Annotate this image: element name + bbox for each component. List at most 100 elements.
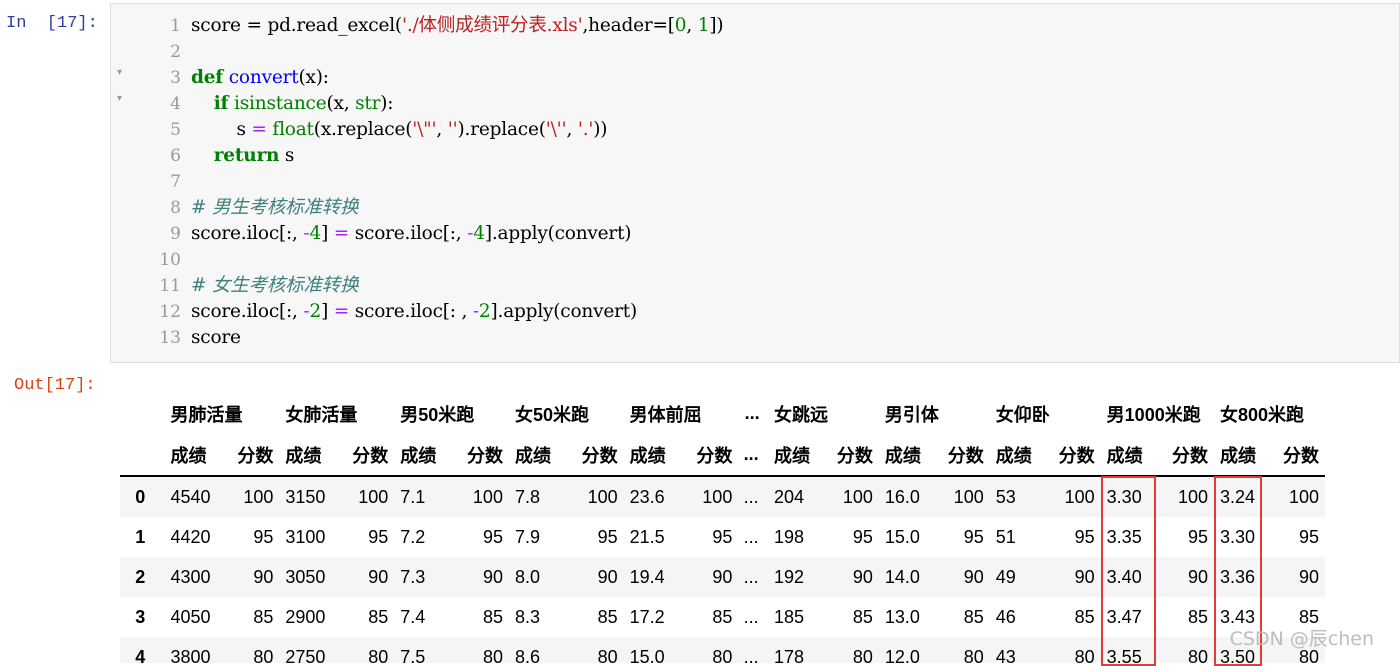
watermark: CSDN @辰chen — [1229, 628, 1374, 650]
code-token: ).replace( — [457, 119, 546, 140]
code-text: # 男生考核标准转换 — [191, 195, 359, 221]
line-number: 11 — [159, 276, 181, 296]
column-sub-header: 分数 — [1283, 445, 1319, 466]
table-cell: 100 — [1288, 486, 1319, 507]
table-cell: 80 — [597, 646, 618, 664]
table-cell: 85 — [482, 606, 503, 627]
code-token: ].apply(convert) — [484, 223, 632, 244]
code-token: = — [333, 301, 350, 322]
index-header-blank — [120, 393, 164, 434]
table-cell: 8.3 — [514, 606, 540, 627]
column-group-header: 男50米跑 — [400, 404, 475, 425]
code-line[interactable]: 13 score — [111, 325, 1399, 351]
line-number: 1 — [170, 16, 181, 36]
column-group-header: 女50米跑 — [514, 404, 589, 425]
row-index: 4 — [135, 646, 146, 664]
line-number: 9 — [170, 224, 181, 244]
column-group-header: 女跳远 — [773, 404, 828, 425]
code-token: def — [191, 67, 224, 88]
code-line[interactable]: 7 — [111, 169, 1399, 195]
table-cell: 90 — [1074, 566, 1095, 587]
code-line[interactable]: 6 return s — [111, 143, 1399, 169]
code-token: ].apply(convert) — [490, 301, 638, 322]
line-number: 2 — [170, 42, 181, 62]
code-cell-editor[interactable]: 1 score = pd.read_excel('./体侧成绩评分表.xls',h… — [110, 3, 1400, 363]
table-cell: 95 — [963, 526, 984, 547]
line-number: 8 — [170, 198, 181, 218]
column-sub-header: 分数 — [1172, 445, 1208, 466]
table-cell: 90 — [712, 566, 733, 587]
code-line[interactable]: 9 score.iloc[:, -4] = score.iloc[:, -4].a… — [111, 221, 1399, 247]
code-line[interactable]: ▾ 4 if isinstance(x, str): — [111, 91, 1399, 117]
column-ellipsis: ... — [744, 403, 760, 423]
line-number: 3 — [170, 68, 181, 88]
line-number: 7 — [170, 172, 181, 192]
column-sub-header: 成绩 — [400, 445, 437, 466]
table-cell: 3150 — [285, 486, 326, 507]
fold-arrow-icon[interactable]: ▾ — [117, 67, 122, 78]
output-prompt: Out[17]: — [14, 376, 96, 395]
column-sub-header: 分数 — [947, 445, 984, 466]
table-cell: 100 — [1064, 486, 1095, 507]
row-index: 1 — [135, 526, 146, 547]
code-token: s — [279, 145, 295, 166]
code-token: str — [355, 93, 381, 114]
table-cell: 100 — [1177, 486, 1208, 507]
table-cell: 85 — [963, 606, 984, 627]
line-number: 6 — [170, 146, 181, 166]
table-cell: 16.0 — [884, 486, 920, 507]
table-cell: 100 — [842, 486, 873, 507]
table-cell: 3100 — [285, 526, 326, 547]
column-sub-header: 分数 — [581, 445, 618, 466]
code-line[interactable]: 12 score.iloc[:, -2] = score.iloc[: , -2]… — [111, 299, 1399, 325]
table-cell: 12.0 — [884, 646, 920, 664]
table-cell: 14.0 — [884, 566, 920, 587]
column-sub-header: 分数 — [1058, 445, 1095, 466]
table-cell: 85 — [1074, 606, 1095, 627]
table-cell: 15.0 — [629, 646, 665, 664]
code-line[interactable]: 1 score = pd.read_excel('./体侧成绩评分表.xls',h… — [111, 13, 1399, 39]
table-cell: ... — [743, 646, 759, 664]
code-line[interactable]: ▾ 3 def convert(x): — [111, 65, 1399, 91]
table-cell: 85 — [597, 606, 618, 627]
table-cell: 49 — [995, 566, 1016, 587]
table-cell: 185 — [773, 606, 804, 627]
table-cell: 4420 — [170, 526, 211, 547]
code-text: score — [191, 325, 241, 351]
code-token: (x, — [326, 93, 356, 114]
table-cell: 7.1 — [400, 486, 426, 507]
column-sub-header: 成绩 — [995, 445, 1032, 466]
table-cell: 95 — [482, 526, 503, 547]
code-line[interactable]: 2 — [111, 39, 1399, 65]
code-token: score = pd.read_excel( — [191, 15, 402, 36]
table-cell: 90 — [1187, 566, 1208, 587]
code-token: (x.replace( — [313, 119, 413, 140]
column-group-header: 男引体 — [884, 404, 939, 425]
code-text: score.iloc[:, -2] = score.iloc[: , -2].a… — [191, 299, 637, 325]
table-cell: 198 — [773, 526, 804, 547]
code-token: ]) — [709, 15, 724, 36]
column-group-header: 女仰卧 — [995, 404, 1050, 425]
dataframe-body: 0 4540 100 3150 100 7.1 100 7.8 100 23.6 100... 204… — [120, 476, 1325, 663]
code-token: float — [272, 119, 314, 140]
line-number: 13 — [159, 328, 181, 348]
code-token: , — [566, 119, 578, 140]
column-sub-header: 分数 — [466, 445, 503, 466]
table-cell: 85 — [368, 606, 389, 627]
table-cell: 4300 — [170, 566, 211, 587]
code-line[interactable]: 5 s = float(x.replace('\"', '').replace(… — [111, 117, 1399, 143]
table-cell: 90 — [368, 566, 389, 587]
table-cell: 80 — [253, 646, 274, 664]
table-cell: 7.4 — [400, 606, 426, 627]
table-cell: 3.24 — [1220, 486, 1256, 507]
fold-arrow-icon[interactable]: ▾ — [117, 93, 122, 104]
table-cell: 192 — [773, 566, 804, 587]
code-line[interactable]: 10 — [111, 247, 1399, 273]
table-cell: 178 — [773, 646, 804, 664]
code-line[interactable]: 11 # 女生考核标准转换 — [111, 273, 1399, 299]
column-sub-header: 成绩 — [1220, 445, 1256, 466]
code-token: # 女生考核标准转换 — [191, 275, 359, 296]
code-line[interactable]: 8 # 男生考核标准转换 — [111, 195, 1399, 221]
table-cell: 95 — [368, 526, 389, 547]
table-cell: 90 — [253, 566, 274, 587]
